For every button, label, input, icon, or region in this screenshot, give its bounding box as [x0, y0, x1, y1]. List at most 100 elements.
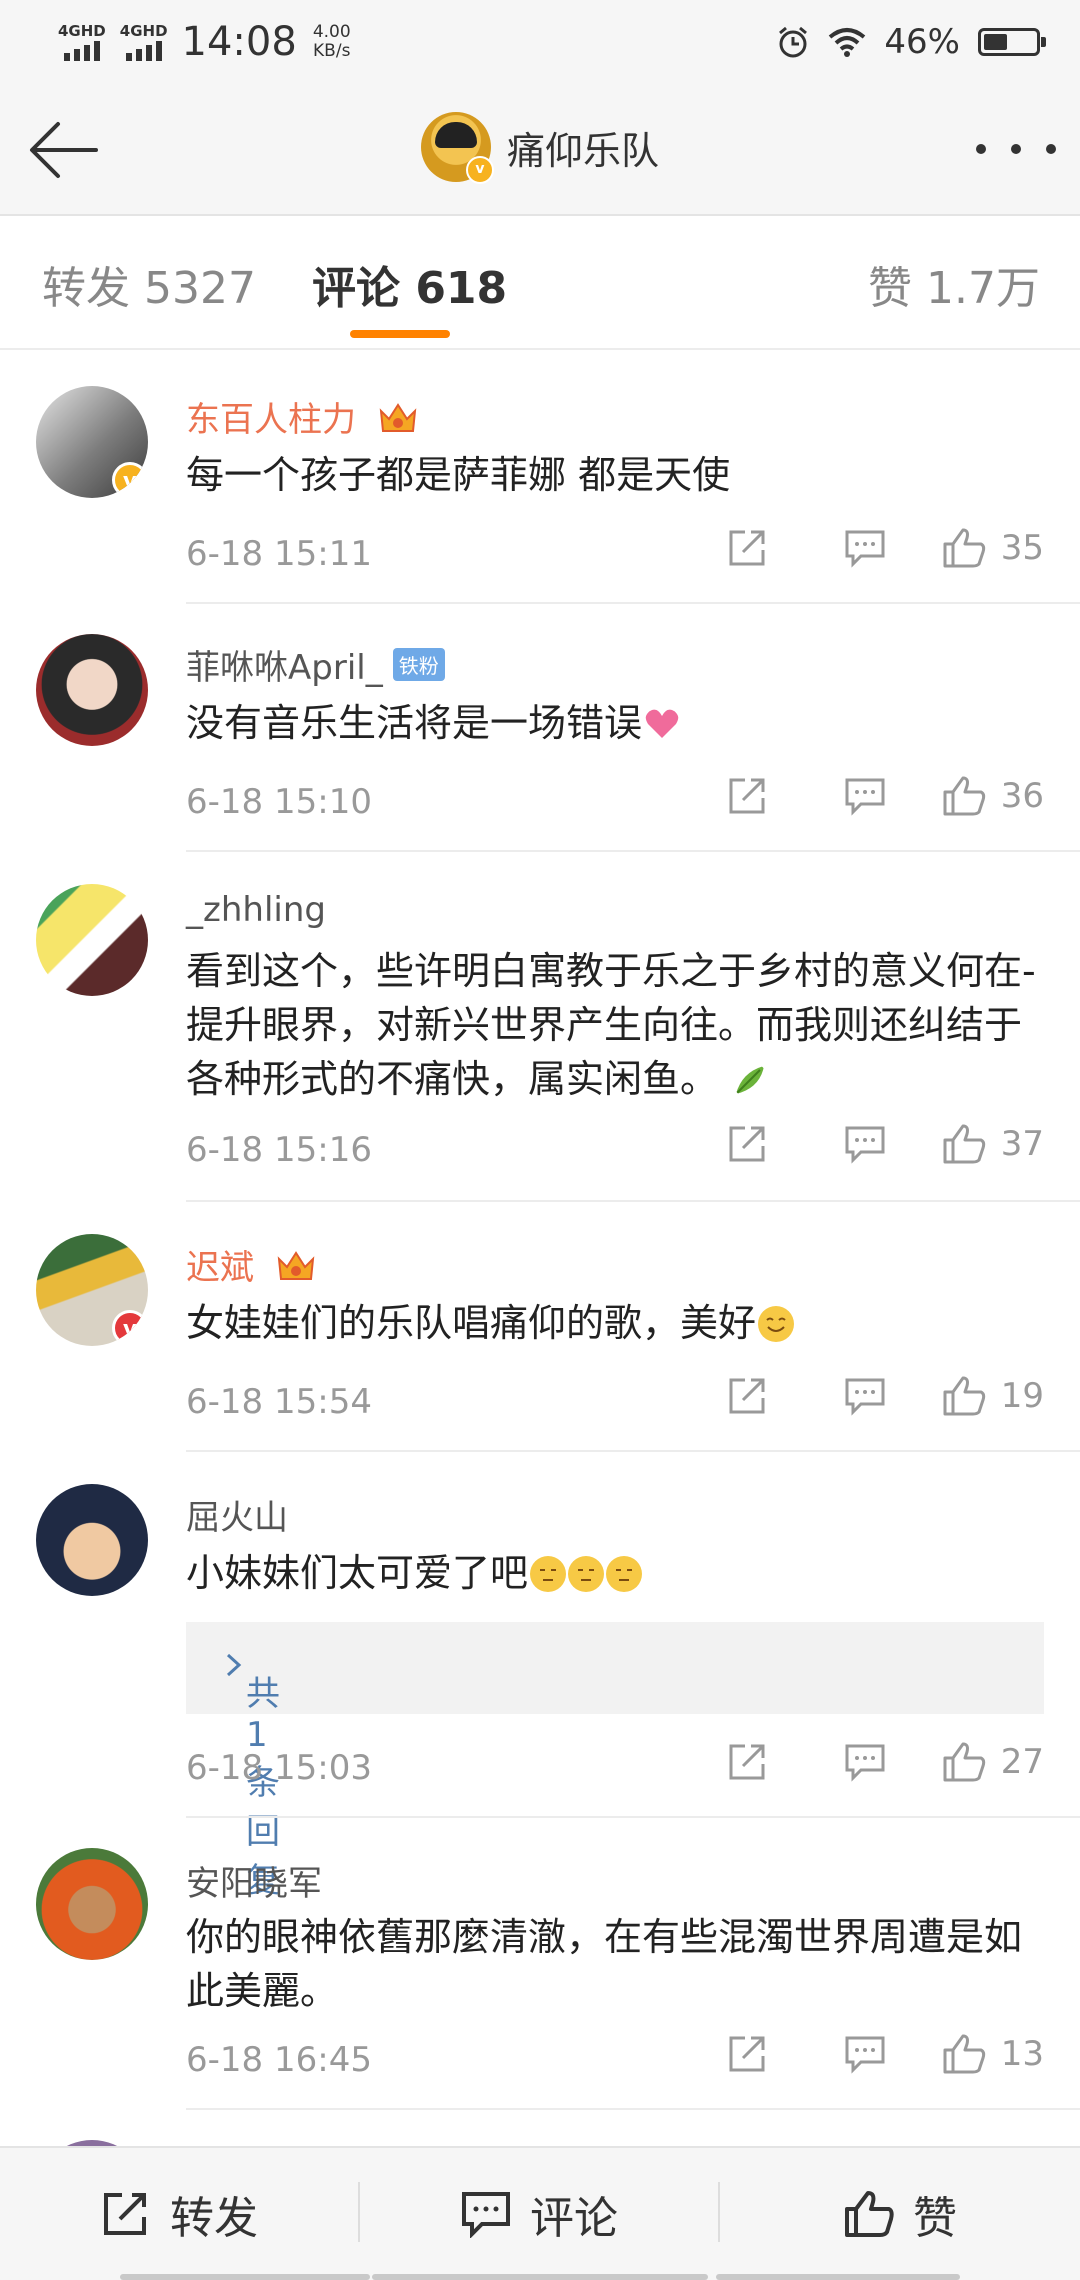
reply-icon[interactable]	[806, 524, 924, 572]
repost-icon	[104, 2193, 146, 2235]
fan-badge: 铁粉	[392, 648, 445, 681]
reply-summary[interactable]: 共1条回复	[186, 1622, 1044, 1901]
comment-time: 6-18 15:10	[186, 782, 372, 822]
verified-icon: v	[465, 156, 494, 184]
like-count: 35	[1000, 528, 1044, 568]
like-button[interactable]: 36	[924, 774, 1044, 818]
signal-icon: 4GHD	[120, 23, 168, 61]
vip-crown-icon	[379, 403, 417, 432]
comment-text-content: 看到这个，些许明白寓教于乐之于乡村的意义何在-提升眼界，对新兴世界产生向往。而我…	[186, 949, 1036, 1101]
gesture-bar	[372, 2274, 708, 2280]
like-post-button[interactable]: 赞	[720, 2148, 1080, 2280]
tab-bar: 转发 5327 评论 618 赞 1.7万	[0, 216, 1080, 350]
comment-button[interactable]: 评论	[360, 2148, 718, 2280]
battery-icon	[978, 28, 1046, 56]
reply-icon[interactable]	[806, 772, 924, 820]
active-tab-indicator	[350, 330, 450, 338]
comment-actions: 35	[688, 524, 1044, 572]
share-icon[interactable]	[688, 2030, 806, 2078]
username[interactable]: 迟斌	[186, 1240, 317, 1289]
comment-actions: 13	[688, 2030, 1044, 2078]
thumbs-up-icon	[943, 1376, 985, 1416]
network-type: 4GHD	[58, 22, 106, 40]
page-title: 痛仰乐队	[506, 128, 659, 173]
username-text: 菲咻咻April_	[186, 648, 383, 688]
reply-icon[interactable]	[806, 1738, 924, 1786]
like-count: 27	[1000, 1742, 1044, 1782]
avatar[interactable]: v	[36, 1234, 148, 1346]
like-label: 赞	[913, 2193, 957, 2244]
shy-emoji-icon	[530, 1556, 567, 1592]
like-count: 13	[1000, 2034, 1044, 2074]
comment-text-content: 没有音乐生活将是一场错误	[186, 701, 643, 745]
share-icon[interactable]	[688, 1738, 806, 1786]
reply-icon[interactable]	[806, 2030, 924, 2078]
username-text: 迟斌	[186, 1248, 254, 1288]
tab-comments[interactable]: 评论 618	[312, 252, 507, 316]
thumbs-up-icon	[943, 776, 985, 816]
comment-time: 6-18 15:03	[186, 1748, 372, 1788]
like-button[interactable]: 27	[924, 1740, 1044, 1784]
comment-text: 你的眼神依舊那麼清澈，在有些混濁世界周遭是如此美麗。	[186, 1915, 1023, 2013]
thumbs-up-icon	[845, 2191, 894, 2237]
share-icon[interactable]	[688, 772, 806, 820]
comment-time: 6-18 15:54	[186, 1382, 372, 1422]
network-speed: 4.00 KB/s	[313, 23, 351, 61]
clock: 14:08	[181, 19, 297, 65]
verified-icon: v	[112, 462, 148, 498]
divider	[186, 1450, 1080, 1452]
comment-text: 每一个孩子都是萨菲娜 都是天使	[186, 453, 731, 497]
status-bar: 4GHD 4GHD 14:08 4.00 KB/s 46%	[0, 0, 1080, 84]
username[interactable]: 东百人柱力	[186, 392, 419, 441]
comment-text: 女娃娃们的乐队唱痛仰的歌，美好	[186, 1296, 1036, 1350]
speed-value: 4.00	[312, 22, 351, 42]
reply-summary-link[interactable]: 共1条回复	[216, 1644, 280, 1901]
heart-emoji-icon	[645, 709, 679, 738]
comment-text: 没有音乐生活将是一场错误	[186, 696, 1036, 750]
like-button[interactable]: 35	[924, 526, 1044, 570]
divider	[186, 602, 1080, 604]
thumbs-up-icon	[943, 1124, 985, 1164]
tab-likes[interactable]: 赞 1.7万	[868, 252, 1040, 316]
shy-emoji-icon	[606, 1556, 643, 1592]
divider	[186, 1200, 1080, 1202]
account-header[interactable]: v 痛仰乐队	[0, 112, 1080, 184]
like-button[interactable]: 19	[924, 1374, 1044, 1418]
username[interactable]: _zhhling	[186, 890, 326, 930]
battery-percent: 46%	[884, 22, 960, 62]
share-icon[interactable]	[688, 1120, 806, 1168]
tab-reposts[interactable]: 转发 5327	[42, 252, 256, 316]
alarm-icon	[779, 26, 808, 58]
account-avatar[interactable]: v	[420, 112, 494, 184]
like-count: 37	[1000, 1124, 1044, 1164]
comment-actions: 19	[688, 1372, 1044, 1420]
share-icon[interactable]	[688, 1372, 806, 1420]
network-type: 4GHD	[119, 22, 168, 40]
more-options-icon[interactable]	[976, 134, 1056, 164]
like-count: 36	[1000, 776, 1044, 816]
like-button[interactable]: 13	[924, 2032, 1044, 2076]
repost-button[interactable]: 转发	[0, 2148, 358, 2280]
avatar[interactable]: v	[36, 386, 148, 498]
username[interactable]: 安阳晓军	[186, 1856, 322, 1905]
verified-icon: v	[112, 1310, 148, 1346]
like-button[interactable]: 37	[924, 1122, 1044, 1166]
comment-actions: 36	[688, 772, 1044, 820]
username[interactable]: 屈火山	[186, 1490, 288, 1539]
avatar[interactable]	[36, 1484, 148, 1596]
shy-emoji-icon	[568, 1556, 605, 1592]
avatar[interactable]	[36, 634, 148, 746]
avatar[interactable]	[36, 884, 148, 996]
reply-icon[interactable]	[806, 1372, 924, 1420]
thumbs-up-icon	[943, 528, 985, 568]
share-icon[interactable]	[688, 524, 806, 572]
gesture-bar	[120, 2274, 370, 2280]
avatar[interactable]	[36, 1848, 148, 1960]
divider	[186, 850, 1080, 852]
reply-icon[interactable]	[806, 1120, 924, 1168]
comment-text-content: 女娃娃们的乐队唱痛仰的歌，美好	[186, 1301, 757, 1345]
comment-actions: 37	[688, 1120, 1044, 1168]
username[interactable]: 菲咻咻April_ 铁粉	[186, 640, 445, 689]
repost-label: 转发	[170, 2193, 258, 2244]
comment-text: 看到这个，些许明白寓教于乐之于乡村的意义何在-提升眼界，对新兴世界产生向往。而我…	[186, 944, 1036, 1106]
